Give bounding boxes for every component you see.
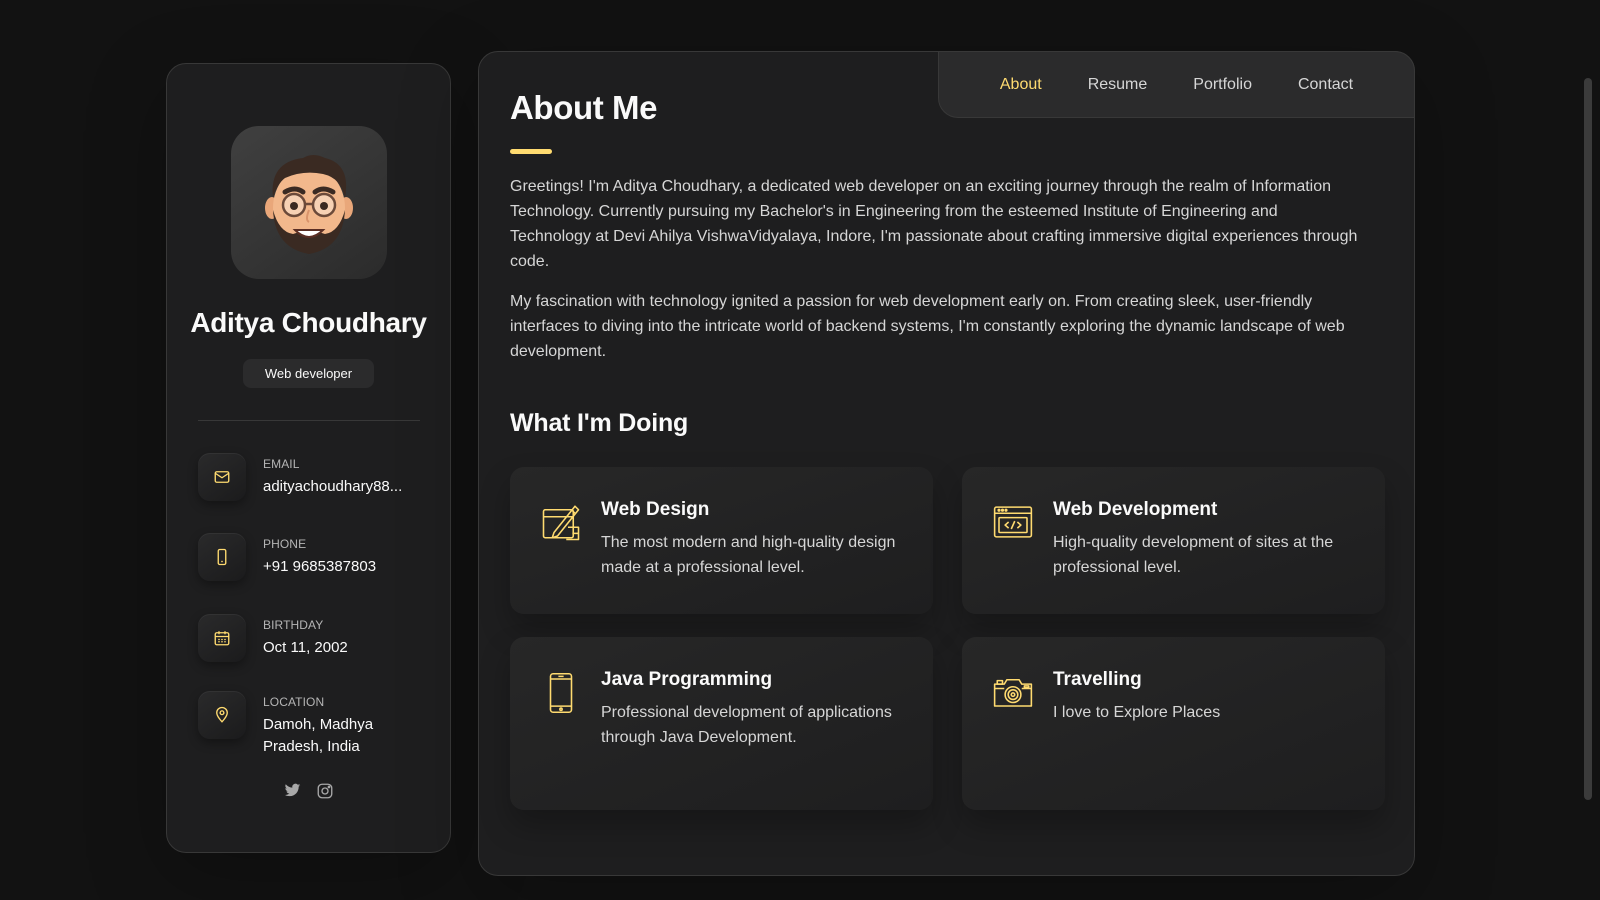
code-window-icon — [992, 501, 1034, 548]
service-item-travelling: Travelling I love to Explore Places — [962, 637, 1385, 810]
twitter-icon[interactable] — [283, 782, 302, 800]
about-paragraph-1: Greetings! I'm Aditya Choudhary, a dedic… — [510, 178, 1358, 270]
mobile-icon — [540, 671, 582, 720]
contact-location: Location Damoh, Madhya Pradesh, India — [198, 691, 450, 758]
service-title: Web Development — [1053, 499, 1218, 520]
service-text: High-quality development of sites at the… — [1053, 534, 1334, 576]
sidebar-separator — [197, 420, 420, 421]
main-content: About Resume Portfolio Contact About Me … — [478, 51, 1415, 876]
service-text: Professional development of applications… — [601, 704, 892, 746]
contact-label: Birthday — [263, 618, 324, 632]
instagram-icon[interactable] — [316, 782, 334, 800]
memoji-avatar-icon — [264, 154, 353, 254]
page-scrollbar[interactable] — [1584, 78, 1592, 800]
calendar-icon — [198, 614, 246, 662]
service-title: Java Programming — [601, 669, 773, 690]
service-title: Web Design — [601, 499, 710, 520]
service-text: The most modern and high-quality design … — [601, 534, 896, 576]
service-item-java-programming: Java Programming Professional developmen… — [510, 637, 933, 810]
nav-resume[interactable]: Resume — [1088, 76, 1148, 94]
avatar — [230, 126, 387, 279]
service-item-web-development: Web Development High-quality development… — [962, 467, 1385, 614]
contact-label: Location — [263, 695, 325, 709]
contact-label: Email — [263, 457, 300, 471]
service-item-web-design: Web Design The most modern and high-qual… — [510, 467, 933, 614]
phone-link[interactable]: +91 9685387803 — [263, 556, 376, 578]
email-link[interactable]: adityachoudhary88... — [263, 476, 402, 498]
profile-name: Aditya Choudhary — [190, 307, 427, 338]
design-icon — [540, 501, 582, 548]
contact-label: Phone — [263, 537, 307, 551]
about-text: Greetings! I'm Aditya Choudhary, a dedic… — [510, 174, 1360, 364]
navbar: About Resume Portfolio Contact — [938, 51, 1415, 118]
contact-email: Email adityachoudhary88... — [198, 453, 450, 501]
page-title: About Me — [510, 89, 658, 126]
social-links — [167, 782, 450, 800]
title-underline — [510, 149, 552, 154]
contact-birthday: Birthday Oct 11, 2002 — [198, 614, 450, 662]
location-pin-icon — [198, 691, 246, 739]
services-list: Web Design The most modern and high-qual… — [510, 467, 1385, 810]
contacts-list: Email adityachoudhary88... Phone +91 968… — [198, 453, 450, 758]
about-paragraph-2: My fascination with technology ignited a… — [510, 293, 1345, 360]
mail-icon — [198, 453, 246, 501]
phone-icon — [198, 533, 246, 581]
service-title: Travelling — [1053, 669, 1142, 690]
location-value: Damoh, Madhya Pradesh, India — [263, 716, 374, 755]
job-title-badge: Web developer — [243, 359, 374, 388]
nav-about[interactable]: About — [1000, 76, 1042, 94]
nav-contact[interactable]: Contact — [1298, 76, 1353, 94]
services-title: What I'm Doing — [510, 409, 689, 437]
contact-phone: Phone +91 9685387803 — [198, 533, 450, 581]
nav-portfolio[interactable]: Portfolio — [1193, 76, 1252, 94]
service-text: I love to Explore Places — [1053, 704, 1221, 721]
sidebar: Aditya Choudhary Web developer Email adi… — [166, 63, 451, 853]
birthday-value: Oct 11, 2002 — [263, 639, 348, 656]
camera-icon — [992, 671, 1034, 718]
